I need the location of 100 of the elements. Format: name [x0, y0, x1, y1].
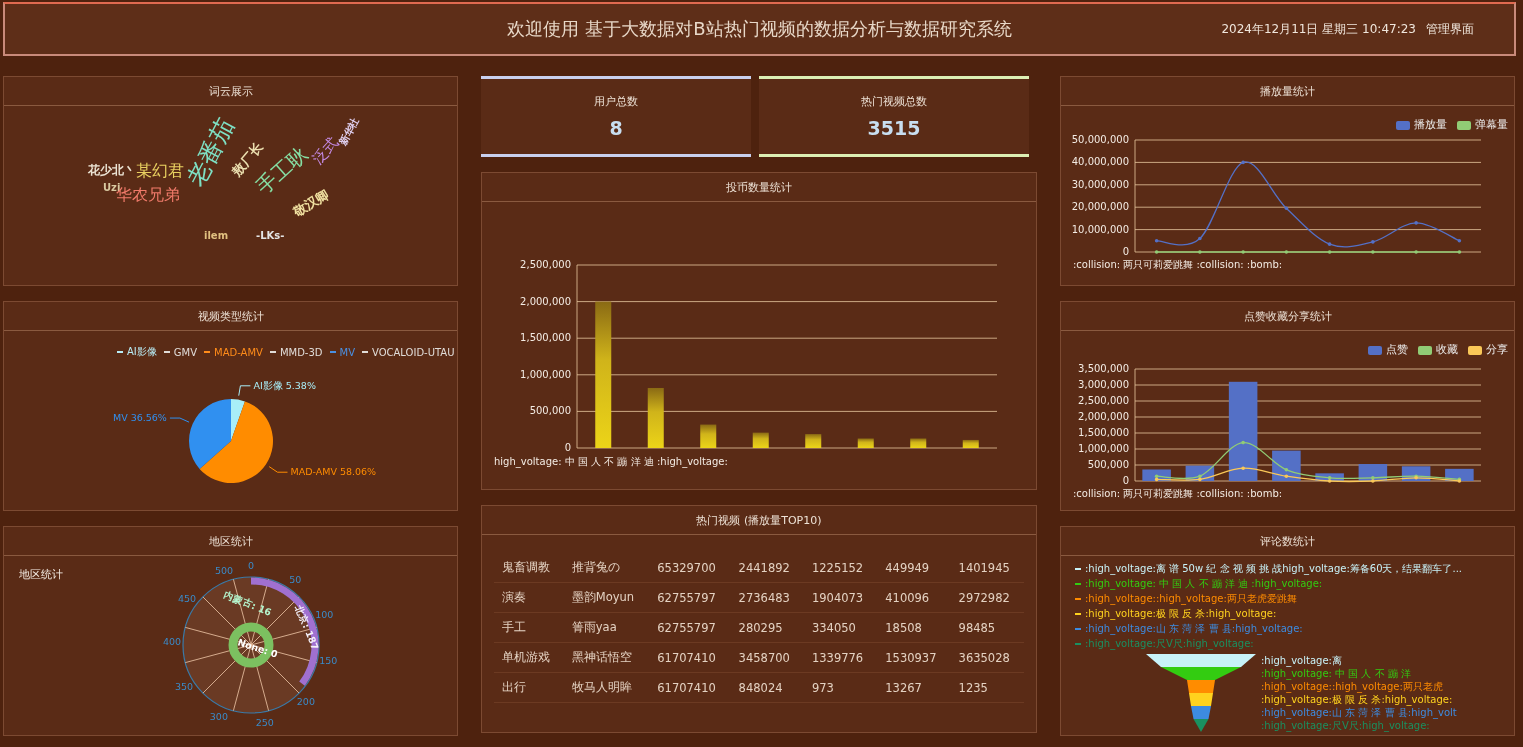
axis-label: 0	[1122, 475, 1129, 486]
axis-label: 500,000	[529, 405, 571, 417]
table-cell: 334050	[803, 612, 878, 643]
data-point	[1198, 250, 1202, 254]
legend-item[interactable]: VOCALOID-UTAU	[362, 345, 455, 359]
slice-label: MV 36.56%	[112, 412, 167, 424]
panel-title: 地区统计	[208, 533, 253, 549]
legend-item[interactable]: 弹幕量	[1457, 118, 1508, 132]
table-cell: 出行	[494, 672, 564, 703]
table-cell: 推背兔の	[563, 553, 650, 583]
panel-title: 点赞收藏分享统计	[1243, 308, 1332, 324]
panel-title: 评论数统计	[1260, 533, 1315, 549]
data-point	[1154, 239, 1159, 243]
bar	[962, 439, 979, 448]
date-time: 2024年12月11日 星期三 10:47:23	[1221, 20, 1416, 38]
data-point	[1284, 206, 1289, 211]
table-cell: 墨韵Moyun	[563, 582, 650, 613]
table-cell: 1904073	[803, 582, 878, 613]
chart-title: 地区统计	[19, 568, 63, 582]
axis-label: 0	[564, 442, 571, 453]
table-cell: 黑神话悟空	[563, 642, 650, 673]
data-point	[1241, 160, 1245, 165]
data-point	[1284, 468, 1289, 472]
legend-item[interactable]: GMV	[163, 345, 197, 359]
legend-item[interactable]: :high_voltage: 中 国 人 不 蹦 洋 迪 :high_voltage:	[1075, 577, 1506, 590]
table-cell: 3635028	[950, 642, 1024, 673]
data-point	[1327, 242, 1332, 246]
legend-item[interactable]: MAD-AMV	[204, 345, 263, 359]
data-point	[1327, 250, 1332, 254]
funnel-label: :high_voltage:山 东 菏 泽 曹 县:high_volt	[1261, 706, 1457, 719]
slice-label: MAD-AMV 58.06%	[290, 466, 377, 478]
stat-value: 8	[609, 117, 623, 139]
panel-title: 词云展示	[208, 83, 253, 99]
table-cell: 13267	[877, 672, 951, 703]
axis-label: 250	[255, 716, 274, 728]
table-cell: 18508	[877, 612, 951, 643]
panel-title: 投币数量统计	[726, 179, 792, 195]
data-point	[1457, 250, 1462, 254]
table-cell: 牧马人明眸	[563, 672, 650, 703]
legend-item[interactable]: 播放量	[1396, 118, 1447, 132]
table-cell: 鬼畜调教	[494, 553, 564, 583]
stat-label: 用户总数	[594, 94, 638, 109]
legend-item[interactable]: :high_voltage::high_voltage:两只老虎爱跳舞	[1075, 592, 1506, 605]
table-cell: 单机游戏	[494, 642, 564, 673]
legend-item[interactable]: :high_voltage:山 东 菏 泽 曹 县:high_voltage:	[1075, 622, 1506, 635]
panel-title: 播放量统计	[1260, 83, 1315, 99]
axis-label: 400	[163, 636, 182, 648]
table-cell: 1225152	[803, 553, 878, 583]
admin-link[interactable]: 管理界面	[1426, 20, 1474, 38]
axis-label: 300	[209, 711, 228, 723]
axis-label: 100	[315, 609, 334, 621]
table-cell: 1339776	[803, 642, 878, 673]
data-point	[1457, 239, 1462, 243]
table-cell: 280295	[730, 612, 804, 643]
leader-line	[238, 385, 251, 397]
data-point	[1284, 250, 1289, 254]
table-cell: 1235	[950, 672, 1024, 703]
data-point	[1414, 221, 1418, 225]
legend-item[interactable]: MMD-3D	[269, 345, 323, 359]
data-point	[1414, 250, 1418, 254]
table-cell: 848024	[730, 672, 804, 703]
stat-value: 3515	[867, 117, 921, 139]
panel-title: 热门视频 (播放量TOP10)	[696, 512, 822, 528]
table-cell: 449949	[877, 553, 951, 583]
funnel-label: :high_voltage: 中 国 人 不 蹦 洋	[1261, 667, 1412, 680]
table-cell: 手工	[494, 612, 564, 643]
bar	[752, 432, 769, 448]
axis-label: 2,500,000	[520, 259, 571, 270]
table-cell: 演奏	[494, 582, 564, 613]
axis-label: 2,000,000	[520, 295, 571, 307]
legend-item[interactable]: :high_voltage:极 限 反 杀:high_voltage:	[1075, 607, 1506, 620]
funnel-label: :high_voltage::high_voltage:两只老虎	[1261, 680, 1444, 693]
axis-label: 500	[214, 564, 234, 576]
legend-item[interactable]: AI影像	[117, 345, 157, 359]
slice-label: AI影像 5.38%	[253, 379, 316, 391]
axis-caption: :collision: 两只可莉爱跳舞 :collision: :bomb:	[1073, 258, 1283, 272]
bar	[910, 438, 927, 448]
legend-item[interactable]: 分享	[1468, 343, 1508, 357]
axis-caption: high_voltage: 中 国 人 不 蹦 洋 迪 :high_voltage:	[494, 455, 728, 469]
axis-label: 200	[296, 695, 315, 707]
legend-item[interactable]: :high_voltage:离 谱 50w 纪 念 视 频 挑 战high_voltage:筹备60天，结果翻车了...	[1075, 562, 1506, 575]
cloud-word: 敬汉卿	[291, 187, 332, 221]
funnel-label: :high_voltage:极 限 反 杀:high_voltage:	[1261, 693, 1454, 706]
axis-label: 2,000,000	[1078, 411, 1129, 422]
axis-label: 0	[248, 560, 254, 571]
axis-label: 450	[178, 592, 197, 604]
axis-label: 1,000,000	[520, 368, 571, 380]
legend-item[interactable]: 点赞	[1368, 343, 1408, 357]
axis-label: 50,000,000	[1071, 134, 1129, 145]
legend-item[interactable]: 收藏	[1418, 343, 1458, 357]
table-cell: 973	[803, 672, 878, 703]
funnel-label: :high_voltage:离	[1261, 654, 1343, 667]
page-title: 欢迎使用 基于大数据对B站热门视频的数据分析与数据研究系统	[507, 17, 1012, 41]
cloud-word: ilem	[204, 230, 229, 241]
cloud-word: -LKs-	[256, 230, 285, 241]
table-cell: 61707410	[649, 642, 731, 673]
data-point	[1284, 474, 1289, 478]
table-cell: 箐雨yaa	[563, 612, 650, 643]
legend-item[interactable]: MV	[329, 345, 355, 359]
axis-label: 3,500,000	[1078, 363, 1129, 374]
